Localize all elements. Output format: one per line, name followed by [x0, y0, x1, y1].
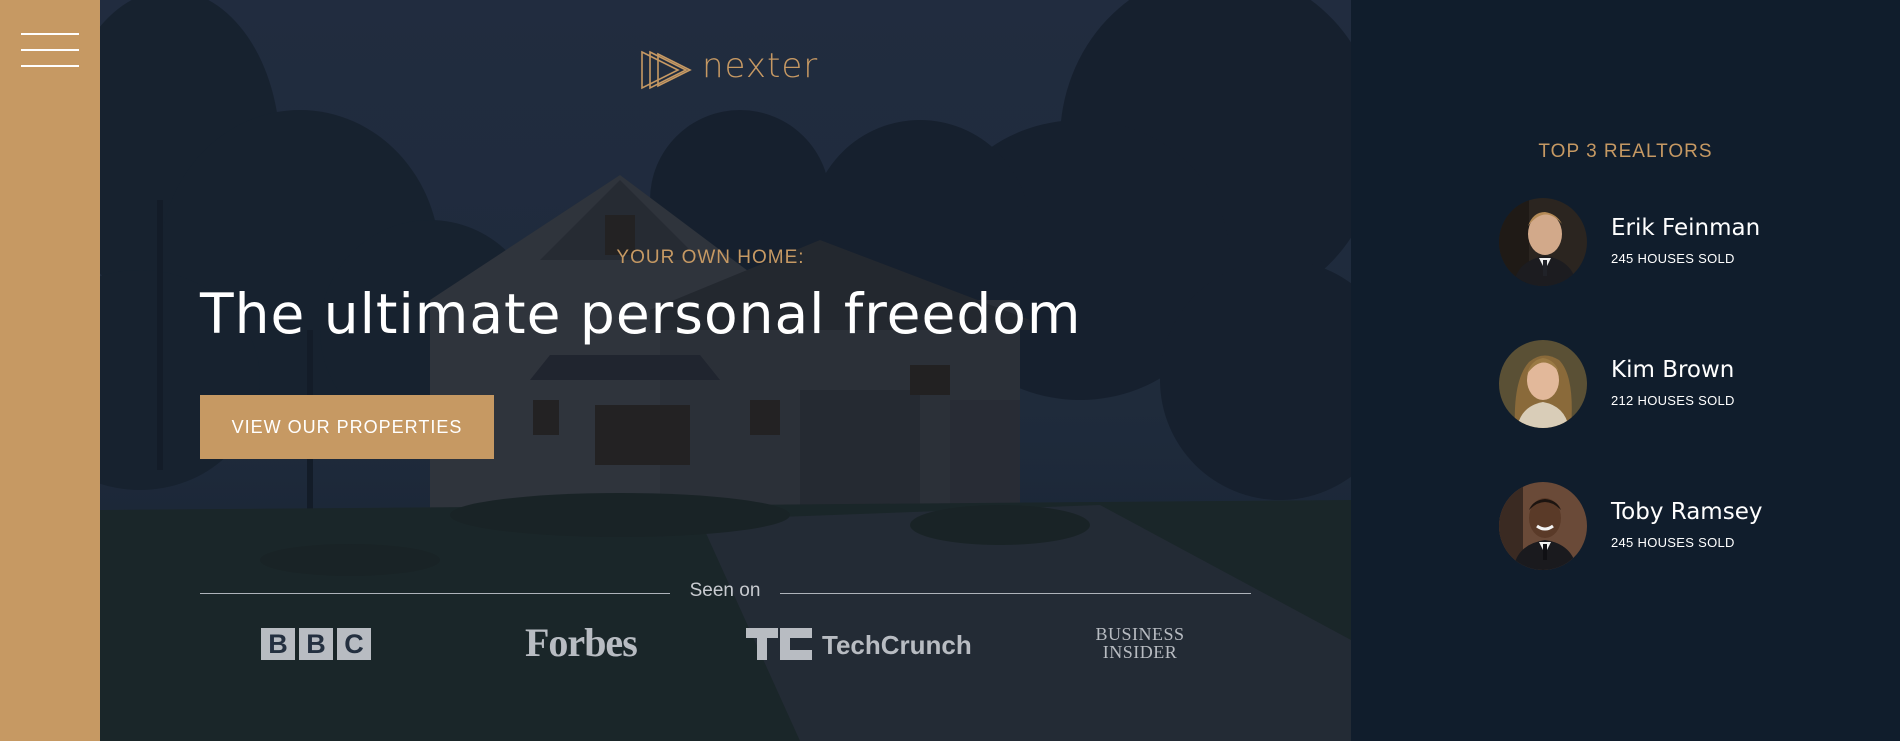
- realtor-card[interactable]: Kim Brown 212 HOUSES SOLD: [1499, 340, 1819, 430]
- bbc-logo: B B C: [261, 628, 371, 672]
- view-properties-button[interactable]: VIEW OUR PROPERTIES: [200, 395, 494, 459]
- bbc-letter: B: [299, 628, 333, 660]
- logo-text: nexter: [702, 46, 819, 86]
- realtor-sold-count: 212 HOUSES SOLD: [1611, 393, 1735, 408]
- realtor-name: Kim Brown: [1611, 357, 1735, 383]
- logo[interactable]: nexter: [640, 44, 840, 94]
- avatar: [1499, 198, 1587, 286]
- realtor-card[interactable]: Toby Ramsey 245 HOUSES SOLD: [1499, 482, 1819, 572]
- bbc-letter: C: [337, 628, 371, 660]
- business-insider-logo: BUSINESS INSIDER: [1090, 625, 1190, 669]
- triple-triangle-logo-icon: [641, 50, 692, 90]
- hero-subtitle: YOUR OWN HOME:: [616, 247, 805, 268]
- seen-on-label: Seen on: [689, 580, 761, 601]
- bi-line-1: BUSINESS: [1095, 624, 1185, 644]
- bi-line-2: INSIDER: [1102, 642, 1178, 662]
- bbc-letter: B: [261, 628, 295, 660]
- avatar: [1499, 482, 1587, 570]
- hero-header: nexter YOUR OWN HOME: The ultimate perso…: [100, 0, 1351, 741]
- hero-title: The ultimate personal freedom: [200, 282, 1082, 346]
- realtors-panel: TOP 3 REALTORS Erik Feinman 245 HOUSES S…: [1351, 0, 1900, 741]
- techcrunch-mark-icon: [746, 628, 812, 660]
- divider-line: [200, 593, 670, 594]
- hamburger-menu-icon[interactable]: [21, 33, 79, 69]
- forbes-logo: Forbes: [525, 620, 638, 665]
- realtor-sold-count: 245 HOUSES SOLD: [1611, 251, 1735, 266]
- realtor-name: Erik Feinman: [1611, 215, 1761, 241]
- avatar: [1499, 340, 1587, 428]
- techcrunch-logo: TechCrunch: [746, 628, 986, 672]
- techcrunch-wordmark: TechCrunch: [822, 630, 972, 660]
- realtor-name: Toby Ramsey: [1611, 499, 1763, 525]
- realtor-card[interactable]: Erik Feinman 245 HOUSES SOLD: [1499, 198, 1819, 288]
- realtors-title: TOP 3 REALTORS: [1538, 141, 1713, 162]
- sidebar: [0, 0, 100, 741]
- menu-line: [21, 33, 79, 35]
- divider-line: [780, 593, 1251, 594]
- menu-line: [21, 49, 79, 51]
- menu-line: [21, 65, 79, 67]
- realtor-sold-count: 245 HOUSES SOLD: [1611, 535, 1735, 550]
